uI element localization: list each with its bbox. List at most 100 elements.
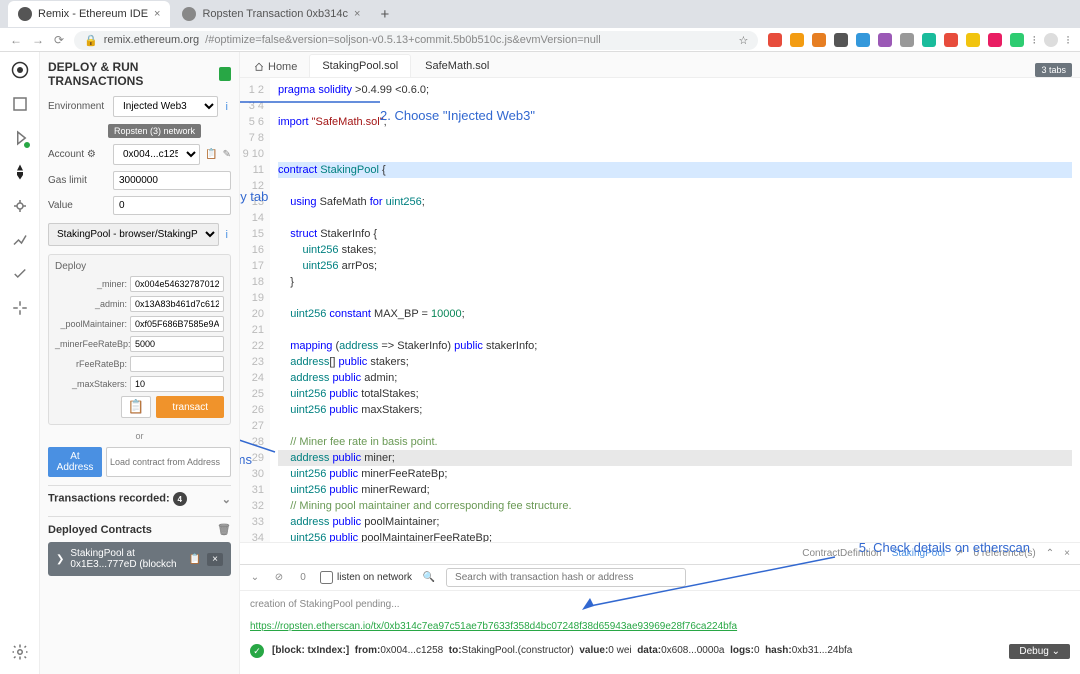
browser-tab-bar: Remix - Ethereum IDE × Ropsten Transacti… bbox=[0, 0, 1080, 28]
ext-icon[interactable] bbox=[922, 33, 936, 47]
deployed-contract-item[interactable]: ❯ StakingPool at 0x1E3...777eD (blockch … bbox=[48, 542, 231, 576]
tag-icon bbox=[219, 67, 231, 81]
deploy-panel: DEPLOY & RUN TRANSACTIONS Environment In… bbox=[40, 52, 240, 674]
definition-name: StakingPool bbox=[892, 548, 945, 559]
browser-tab-2[interactable]: Ropsten Transaction 0xb314c × bbox=[172, 1, 370, 27]
debug-icon[interactable] bbox=[10, 196, 30, 216]
search-icon[interactable]: 🔍 bbox=[422, 571, 436, 585]
gas-input[interactable] bbox=[113, 171, 231, 190]
link-icon[interactable]: ↗ bbox=[955, 548, 963, 559]
ext-icon[interactable] bbox=[944, 33, 958, 47]
edit-icon[interactable]: ✎ bbox=[223, 149, 231, 160]
poolmaintainer-input[interactable] bbox=[130, 316, 224, 332]
star-icon[interactable]: ☆ bbox=[738, 34, 748, 47]
copy-icon[interactable]: 📋 bbox=[205, 149, 217, 160]
ext-icon[interactable] bbox=[856, 33, 870, 47]
home-tab[interactable]: Home bbox=[244, 57, 307, 77]
maxstakers-input[interactable] bbox=[130, 376, 224, 392]
file-explorer-icon[interactable] bbox=[10, 94, 30, 114]
logo-icon[interactable] bbox=[10, 60, 30, 80]
chevron-up-icon[interactable]: ⌃ bbox=[1046, 548, 1054, 559]
listen-label: listen on network bbox=[337, 572, 412, 583]
miner-input[interactable] bbox=[130, 276, 224, 292]
plugin-icon[interactable] bbox=[10, 298, 30, 318]
close-icon[interactable]: × bbox=[354, 8, 360, 20]
url-input[interactable]: 🔒 remix.ethereum.org/#optimize=false&ver… bbox=[74, 31, 758, 50]
profile-icon[interactable] bbox=[1044, 33, 1058, 47]
analysis-icon[interactable] bbox=[10, 230, 30, 250]
success-icon: ✓ bbox=[250, 644, 264, 658]
ext-icon[interactable] bbox=[966, 33, 980, 47]
file-tab-active[interactable]: StakingPool.sol bbox=[309, 54, 411, 77]
chevron-down-icon[interactable]: ⌄ bbox=[222, 493, 231, 506]
poolfee-input[interactable] bbox=[130, 356, 224, 372]
clear-icon[interactable]: ⊘ bbox=[272, 571, 286, 585]
line-gutter: 1 2 3 4 5 6 7 8 9 10 11 12 13 14 15 16 1… bbox=[240, 78, 270, 542]
terminal-body[interactable]: creation of StakingPool pending... https… bbox=[240, 591, 1080, 665]
tab-title: Remix - Ethereum IDE bbox=[38, 8, 148, 20]
code-editor[interactable]: 1 2 3 4 5 6 7 8 9 10 11 12 13 14 15 16 1… bbox=[240, 78, 1080, 542]
test-icon[interactable] bbox=[10, 264, 30, 284]
browser-tab-active[interactable]: Remix - Ethereum IDE × bbox=[8, 1, 170, 27]
contract-select[interactable]: StakingPool - browser/StakingPool.s bbox=[48, 223, 219, 246]
terminal-search[interactable] bbox=[446, 568, 686, 587]
admin-input[interactable] bbox=[130, 296, 224, 312]
settings-icon[interactable] bbox=[10, 642, 30, 662]
tab-title: Ropsten Transaction 0xb314c bbox=[202, 8, 348, 20]
close-icon[interactable]: × bbox=[1064, 548, 1070, 559]
or-separator: or bbox=[48, 425, 231, 447]
code-body[interactable]: pragma solidity >0.4.99 <0.6.0; import "… bbox=[270, 78, 1080, 542]
deploy-header: Deploy bbox=[55, 261, 224, 272]
back-button[interactable]: ← bbox=[10, 33, 22, 47]
status-bar: ContractDefinition StakingPool ↗ 0 refer… bbox=[240, 542, 1080, 564]
references: 0 reference(s) bbox=[974, 548, 1036, 559]
toggle-icon[interactable]: ⌄ bbox=[248, 571, 262, 585]
deployed-label: Deployed Contracts bbox=[48, 524, 152, 536]
value-input[interactable] bbox=[113, 196, 231, 215]
ext-icon[interactable] bbox=[812, 33, 826, 47]
info-icon[interactable]: i bbox=[223, 101, 231, 113]
lock-icon: 🔒 bbox=[84, 34, 98, 47]
panel-title: DEPLOY & RUN TRANSACTIONS bbox=[48, 60, 231, 88]
ext-icon[interactable] bbox=[768, 33, 782, 47]
network-badge: Ropsten (3) network bbox=[108, 124, 201, 138]
close-icon[interactable]: × bbox=[154, 8, 160, 20]
tx-count-badge: 4 bbox=[173, 492, 187, 506]
etherscan-favicon bbox=[182, 7, 196, 21]
listen-checkbox[interactable] bbox=[320, 571, 333, 584]
extensions: ⁝ ⁝ bbox=[768, 33, 1070, 47]
terminal: ⌄ ⊘ 0 listen on network 🔍 creation of St… bbox=[240, 564, 1080, 674]
etherscan-link[interactable]: https://ropsten.etherscan.io/tx/0xb314c7… bbox=[250, 621, 737, 632]
debug-button[interactable]: Debug ⌄ bbox=[1009, 644, 1070, 659]
ext-icon[interactable] bbox=[790, 33, 804, 47]
ext-icon[interactable] bbox=[1010, 33, 1024, 47]
forward-button[interactable]: → bbox=[32, 33, 44, 47]
address-input[interactable] bbox=[106, 447, 231, 477]
ext-icon[interactable] bbox=[878, 33, 892, 47]
ext-icon[interactable] bbox=[834, 33, 848, 47]
file-tab[interactable]: SafeMath.sol bbox=[413, 55, 501, 77]
reload-button[interactable]: ⟳ bbox=[54, 33, 64, 47]
account-select[interactable]: 0x004...c1258 (1.14232 bbox=[113, 144, 200, 165]
info-icon[interactable]: i bbox=[223, 229, 231, 241]
new-tab-button[interactable]: + bbox=[372, 6, 397, 23]
gas-label: Gas limit bbox=[48, 175, 108, 186]
copy-button[interactable]: 📋 bbox=[121, 396, 152, 418]
compile-icon[interactable] bbox=[10, 128, 30, 148]
account-label: Account ⚙ bbox=[48, 149, 108, 160]
env-select[interactable]: Injected Web3 bbox=[113, 96, 218, 117]
trash-icon[interactable]: 🗑 bbox=[217, 523, 231, 536]
ext-icon[interactable] bbox=[988, 33, 1002, 47]
ext-icon[interactable] bbox=[900, 33, 914, 47]
at-address-button[interactable]: At Address bbox=[48, 447, 102, 477]
env-label: Environment bbox=[48, 101, 108, 112]
more-icon[interactable]: ⁝ bbox=[1066, 33, 1070, 47]
menu-icon[interactable]: ⁝ bbox=[1032, 33, 1036, 47]
tx-recorded-label: Transactions recorded: bbox=[48, 493, 170, 505]
chevron-right-icon: ❯ bbox=[56, 554, 64, 565]
close-icon[interactable]: × bbox=[207, 553, 223, 566]
copy-icon[interactable]: 📋 bbox=[189, 554, 201, 565]
transact-button[interactable]: transact bbox=[156, 396, 224, 418]
deploy-tab-icon[interactable] bbox=[10, 162, 30, 182]
minerfee-input[interactable] bbox=[130, 336, 224, 352]
